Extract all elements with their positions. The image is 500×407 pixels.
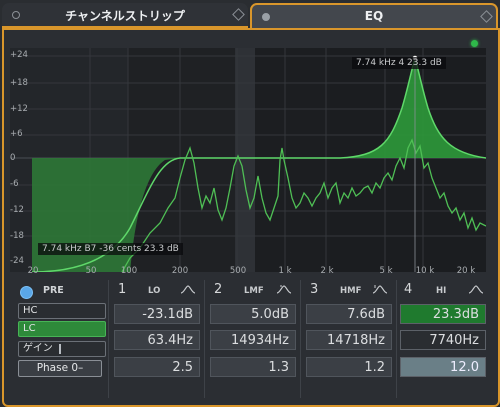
band-q-field[interactable]: 2.5: [114, 357, 200, 377]
band-name: HI: [436, 286, 447, 296]
hc-label: HC: [23, 305, 38, 316]
band-number: 3: [310, 282, 319, 297]
gain-slider[interactable]: ゲイン: [18, 341, 106, 357]
band-name: LMF: [244, 286, 264, 296]
band-q-field[interactable]: 1.2: [306, 357, 392, 377]
band-freq-field[interactable]: 7740Hz: [400, 330, 486, 350]
pre-label: PRE: [43, 285, 64, 296]
band-shade: [235, 48, 255, 272]
y-tick-label: 0: [10, 153, 16, 163]
eq-graph[interactable]: [10, 48, 486, 272]
band-number: 1: [118, 282, 127, 297]
eq-power-led[interactable]: [471, 40, 478, 47]
x-tick-label: 200: [171, 266, 189, 276]
tab-channel-strip-label: チャンネルストリップ: [65, 9, 185, 23]
band-freq-field[interactable]: 14934Hz: [210, 330, 296, 350]
band-q-field[interactable]: 1.3: [210, 357, 296, 377]
lc-button[interactable]: LC: [18, 321, 106, 337]
gain-slider-handle[interactable]: [59, 344, 61, 354]
band-freq-field[interactable]: 63.4Hz: [114, 330, 200, 350]
hc-button[interactable]: HC: [18, 303, 106, 319]
cursor-bottom-readout: 7.74 kHz B7 -36 cents 23.3 dB: [38, 243, 183, 255]
y-tick-label: -18: [10, 231, 24, 241]
band-number: 4: [404, 282, 413, 297]
band-3: 3 HMF 7.6dB 14718Hz 1.2: [306, 280, 394, 400]
phase-button[interactable]: Phase 0–: [18, 360, 102, 377]
band-shape-icon[interactable]: [372, 284, 388, 294]
x-tick-label: 50: [85, 266, 97, 276]
pre-power-button[interactable]: [20, 286, 33, 299]
y-tick-label: +18: [10, 78, 28, 88]
x-tick-label: 100: [120, 266, 138, 276]
gain-label: ゲイン: [23, 343, 53, 354]
x-tick-label: 10 k: [415, 266, 435, 276]
band-shape-icon[interactable]: [276, 284, 292, 294]
band-4: 4 HI 23.3dB 7740Hz 12.0: [400, 280, 488, 400]
x-tick-label: 2 k: [320, 266, 334, 276]
x-tick-label: 20 k: [456, 266, 476, 276]
tab-eq-label: EQ: [364, 9, 384, 23]
band-gain-field[interactable]: 23.3dB: [400, 304, 486, 324]
x-tick-label: 5 k: [379, 266, 393, 276]
y-tick-label: +12: [10, 104, 28, 114]
tab-bar: チャンネルストリップ EQ: [0, 0, 500, 30]
band-freq-field[interactable]: 14718Hz: [306, 330, 392, 350]
band-gain-field[interactable]: -23.1dB: [114, 304, 200, 324]
divider: [396, 280, 397, 398]
band-name: HMF: [340, 286, 362, 296]
band-2: 2 LMF 5.0dB 14934Hz 1.3: [210, 280, 298, 400]
band-1: 1 LO -23.1dB 63.4Hz 2.5: [114, 280, 202, 400]
band-number: 2: [214, 282, 223, 297]
x-tick-label: 1 k: [278, 266, 292, 276]
tab-channel-strip[interactable]: チャンネルストリップ: [2, 3, 248, 28]
band-shape-icon[interactable]: [180, 284, 196, 294]
divider: [300, 280, 301, 398]
x-tick-label: 500: [229, 266, 247, 276]
y-tick-label: +6: [10, 129, 23, 139]
lc-label: LC: [23, 323, 36, 334]
x-tick-label: 20: [27, 266, 39, 276]
eq-curve-display: [10, 48, 486, 272]
eq-controls: PRE HC LC ゲイン Phase 0– 1 LO -23.1dB 63.4…: [6, 280, 494, 402]
band-shape-icon[interactable]: [468, 284, 484, 294]
divider: [108, 280, 109, 398]
band-gain-field[interactable]: 7.6dB: [306, 304, 392, 324]
band-q-field[interactable]: 12.0: [400, 357, 486, 377]
y-tick-label: -24: [10, 256, 24, 266]
tab-eq[interactable]: EQ: [250, 3, 498, 30]
y-tick-label: -6: [10, 179, 19, 189]
y-tick-label: -12: [10, 205, 24, 215]
cursor-top-readout: 7.74 kHz 4 23.3 dB: [352, 57, 446, 69]
band-shade: [255, 48, 330, 272]
divider: [204, 280, 205, 398]
phase-label: Phase 0–: [36, 362, 84, 374]
y-tick-label: +24: [10, 50, 28, 60]
band-name: LO: [148, 286, 161, 296]
band-gain-field[interactable]: 5.0dB: [210, 304, 296, 324]
